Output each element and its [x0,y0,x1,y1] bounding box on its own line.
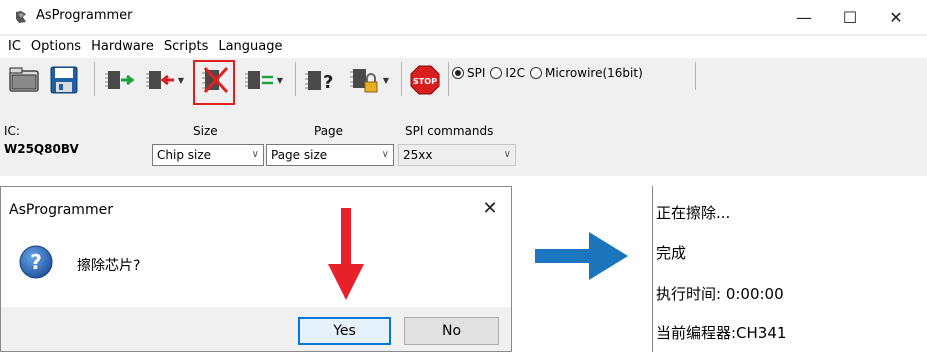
stop-button[interactable]: STOP [408,60,442,100]
close-button[interactable]: ✕ [873,0,919,34]
radio-unselected-icon [490,67,503,79]
page-size-select[interactable]: Page size ∨ [266,144,394,166]
toolbar-separator [448,62,449,96]
no-button[interactable]: No [404,317,499,345]
toolbar-separator [94,62,95,96]
menu-language[interactable]: Language [213,36,287,58]
toolbar-separator [295,62,296,96]
ic-value: W25Q80BV [4,142,79,156]
yes-button[interactable]: Yes [298,317,391,345]
dialog-message: 擦除芯片? [77,258,141,274]
lock-chip-button[interactable]: ▼ [344,60,394,100]
chip-id-icon: ? [305,71,333,93]
confirm-dialog: AsProgrammer ✕ ? 擦除芯片? Yes No [0,186,512,352]
radio-spi-label: SPI [467,66,486,80]
red-down-arrow-icon [328,208,364,300]
spi-commands-select[interactable]: 25xx ∨ [398,144,516,166]
radio-i2c-label: I2C [505,66,525,80]
protocol-radio-group: SPI I2C Microwire(16bit) [452,66,648,80]
blue-right-arrow-icon [535,232,628,280]
chip-size-value: Chip size [157,148,212,162]
log-panel: 正在擦除... 完成 执行时间: 0:00:00 当前编程器:CH341 [652,186,927,352]
radio-selected-icon [452,67,464,79]
chevron-down-icon: ∨ [381,149,389,160]
menu-bar: IC Options Hardware Scripts Language [0,36,927,58]
chevron-down-icon[interactable]: ▼ [277,76,283,85]
chevron-down-icon: ∨ [503,149,511,160]
dialog-close-button[interactable]: ✕ [477,195,503,221]
chevron-down-icon: ∨ [251,149,259,160]
app-icon [16,11,26,23]
open-file-icon [9,67,39,92]
spi-commands-label: SPI commands [405,124,494,138]
menu-scripts[interactable]: Scripts [159,36,213,58]
write-chip-icon [145,71,174,89]
erase-highlight-box [193,60,235,105]
open-file-button[interactable] [6,60,42,100]
size-label: Size [193,124,218,138]
svg-text:?: ? [323,72,333,93]
write-chip-button[interactable]: ▼ [140,60,190,100]
chip-size-select[interactable]: Chip size ∨ [152,144,264,166]
page-label: Page [314,124,344,138]
menu-options[interactable]: Options [26,36,86,58]
stop-icon: STOP [410,65,440,95]
verify-chip-icon [244,71,273,89]
ic-label: IC: [4,124,20,138]
menu-hardware[interactable]: Hardware [86,36,159,58]
log-line: 正在擦除... [656,204,731,222]
main-window: AsProgrammer — ☐ ✕ IC Options Hardware S… [0,0,927,176]
spi-commands-value: 25xx [403,148,433,162]
svg-text:?: ? [30,250,42,274]
chip-id-button[interactable]: ? [302,60,340,100]
maximize-button[interactable]: ☐ [827,0,873,34]
toolbar-separator [695,62,696,90]
toolbar-separator [401,62,402,96]
question-icon: ? [19,245,53,279]
page-size-value: Page size [271,148,328,162]
log-line: 完成 [656,244,687,262]
lock-chip-icon [349,69,378,93]
read-chip-button[interactable] [104,60,136,100]
radio-unselected-icon [529,67,542,79]
log-line: 执行时间: 0:00:00 [656,285,784,303]
chevron-down-icon[interactable]: ▼ [178,76,184,85]
verify-chip-button[interactable]: ▼ [240,60,288,100]
radio-i2c[interactable]: I2C [490,66,525,80]
stop-icon-label: STOP [413,77,437,86]
title-bar: AsProgrammer — ☐ ✕ [0,0,927,34]
window-title: AsProgrammer [36,8,133,23]
menu-ic[interactable]: IC [0,36,26,58]
minimize-button[interactable]: — [781,0,827,34]
save-file-button[interactable] [46,60,82,100]
toolbar: ▼ ▼ ? ▼ STOP [0,58,927,102]
save-file-icon [50,66,78,94]
dialog-title: AsProgrammer [9,202,113,218]
radio-microwire[interactable]: Microwire(16bit) [529,66,643,80]
radio-spi[interactable]: SPI [452,66,485,80]
read-chip-icon [105,71,135,89]
radio-microwire-label: Microwire(16bit) [544,66,643,80]
chevron-down-icon[interactable]: ▼ [383,76,389,85]
log-line: 当前编程器:CH341 [656,324,787,342]
